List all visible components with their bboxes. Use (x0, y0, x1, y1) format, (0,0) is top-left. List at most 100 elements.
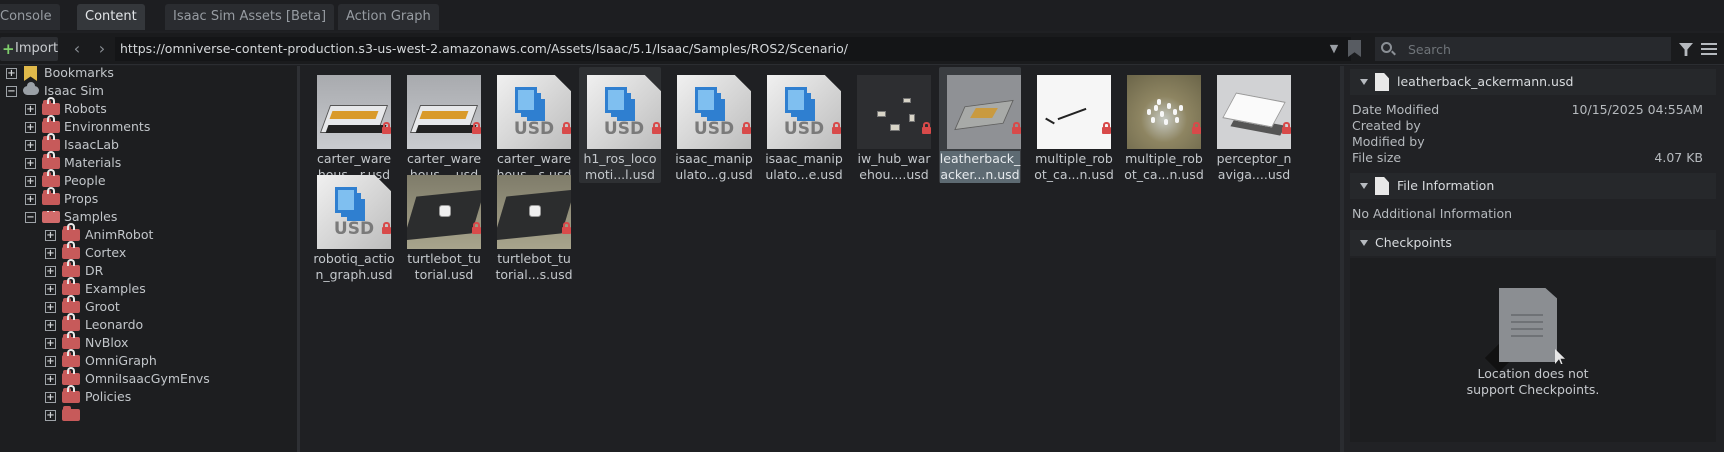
expand-icon[interactable]: + (45, 266, 56, 277)
file-name: isaac_manip ulato...g.usd (675, 151, 753, 182)
expand-icon[interactable]: + (45, 302, 56, 313)
file-details-header[interactable]: leatherback_ackermann.usd (1350, 69, 1716, 95)
file-tile[interactable]: carter_ware hous...r.usd (309, 67, 391, 183)
file-tile[interactable]: iw_hub_war ehou....usd (849, 67, 931, 183)
file-tile-hovered[interactable]: USD h1_ros_loco moti...l.usd (579, 67, 661, 183)
tree-item-examples[interactable]: + Examples (0, 277, 297, 299)
expand-icon[interactable]: + (45, 410, 56, 421)
tree-item-policies[interactable]: + Policies (0, 385, 297, 407)
file-tile[interactable]: carter_warehous....usd (399, 67, 481, 183)
tree-item-isaac-sim[interactable]: − Isaac Sim (0, 81, 297, 101)
file-information-header[interactable]: File Information (1350, 173, 1716, 199)
expand-icon[interactable]: + (45, 284, 56, 295)
file-tile-selected[interactable]: leatherback_ acker...n.usd (939, 67, 1021, 183)
expand-icon[interactable]: + (45, 356, 56, 367)
filter-icon[interactable] (1679, 43, 1693, 56)
lock-icon (922, 122, 931, 134)
file-tile[interactable]: turtlebot_tu torial.usd (399, 167, 481, 283)
tree-item-groot[interactable]: + Groot (0, 295, 297, 317)
expand-icon[interactable]: + (25, 158, 36, 169)
file-tile[interactable]: turtlebot_tu torial...s.usd (489, 167, 573, 283)
expand-icon[interactable]: + (25, 104, 36, 115)
tree-item-materials[interactable]: + Materials (0, 151, 297, 173)
collapse-triangle-icon[interactable] (1360, 240, 1368, 246)
lock-icon (382, 122, 391, 134)
search-input[interactable] (1408, 37, 1663, 61)
lock-icon (67, 349, 75, 356)
tree-item-dr[interactable]: + DR (0, 259, 297, 281)
tree-item-nvblox[interactable]: + NvBlox (0, 331, 297, 353)
collapse-icon[interactable]: − (25, 212, 36, 223)
collapse-icon[interactable]: − (6, 86, 17, 97)
expand-icon[interactable]: + (25, 194, 36, 205)
expand-icon[interactable]: + (25, 140, 36, 151)
tab-action-graph[interactable]: Action Graph (338, 4, 439, 30)
file-tile[interactable]: multiple_rob ot_ca...n.usd (1119, 67, 1204, 183)
tree-item-cortex[interactable]: + Cortex (0, 241, 297, 263)
file-tile[interactable]: USD isaac_manip ulato...g.usd (669, 67, 753, 183)
tree-item-partial[interactable]: + (0, 405, 297, 425)
tab-content[interactable]: Content (77, 4, 145, 30)
expand-icon[interactable]: + (45, 392, 56, 403)
folder-icon (42, 187, 60, 205)
tab-console[interactable]: Console (0, 4, 60, 30)
file-icon (1375, 73, 1389, 91)
tree-item-label: NvBlox (85, 335, 129, 350)
file-name: iw_hub_war ehou....usd (857, 151, 931, 182)
options-menu-icon[interactable] (1701, 43, 1717, 55)
file-tile[interactable]: perceptor_n aviga....usd (1209, 67, 1291, 183)
lock-icon (67, 259, 75, 266)
tree-item-omniisaacgymenvs[interactable]: + OmniIsaacGymEnvs (0, 367, 297, 389)
file-tile[interactable]: USD robotiq_actio n_graph.usd (309, 167, 395, 283)
file-tile[interactable]: USD isaac_manip ulato...e.usd (759, 67, 843, 183)
search-icon (1381, 42, 1392, 53)
url-dropdown-icon[interactable]: ▼ (1325, 37, 1343, 61)
tree-item-label: Cortex (85, 245, 127, 260)
tree-item-label: Robots (64, 101, 107, 116)
back-arrow-icon[interactable]: ‹ (66, 37, 88, 61)
bookmark-toggle-icon[interactable] (1348, 40, 1361, 57)
lock-icon (562, 122, 571, 134)
url-field[interactable]: https://omniverse-content-production.s3-… (115, 37, 1351, 61)
collapse-triangle-icon[interactable] (1360, 79, 1368, 85)
tree-item-label: Materials (64, 155, 122, 170)
cursor-icon (1555, 349, 1565, 364)
lock-icon (67, 277, 75, 284)
file-thumbnail (317, 75, 391, 149)
tree-item-people[interactable]: + People (0, 169, 297, 191)
file-thumbnail (407, 175, 481, 249)
tree-item-robots[interactable]: + Robots (0, 97, 297, 119)
expand-icon[interactable]: + (45, 338, 56, 349)
folder-icon (62, 277, 80, 295)
tree-item-leonardo[interactable]: + Leonardo (0, 313, 297, 335)
file-information-title: File Information (1397, 178, 1495, 193)
tree-item-omnigraph[interactable]: + OmniGraph (0, 349, 297, 371)
file-size-value: 4.07 KB (1654, 150, 1703, 165)
file-tile[interactable]: USD carter_warehous...s.usd (489, 67, 571, 183)
expand-icon[interactable]: + (45, 230, 56, 241)
folder-icon (62, 331, 80, 349)
tree-item-isaaclab[interactable]: + IsaacLab (0, 133, 297, 155)
tab-isaac-sim-assets[interactable]: Isaac Sim Assets [Beta] (165, 4, 335, 30)
import-button[interactable]: + Import (0, 37, 58, 61)
expand-icon[interactable]: + (45, 374, 56, 385)
import-label: Import (15, 41, 59, 56)
folder-icon (62, 406, 80, 421)
forward-arrow-icon[interactable]: › (91, 37, 113, 61)
expand-icon[interactable]: + (25, 176, 36, 187)
tree-item-environments[interactable]: + Environments (0, 115, 297, 137)
expand-icon[interactable]: + (6, 68, 17, 79)
file-tile[interactable]: multiple_rob ot_ca...n.usd (1029, 67, 1114, 183)
tree-item-samples[interactable]: − Samples (0, 207, 297, 227)
date-modified-label: Date Modified (1352, 102, 1440, 117)
expand-icon[interactable]: + (25, 122, 36, 133)
file-thumbnail (1037, 75, 1111, 149)
expand-icon[interactable]: + (45, 320, 56, 331)
tree-item-animrobot[interactable]: + AnimRobot (0, 223, 297, 245)
checkpoints-header[interactable]: Checkpoints (1350, 230, 1716, 256)
tree-item-label: DR (85, 263, 104, 278)
tree-item-props[interactable]: + Props (0, 187, 297, 209)
collapse-triangle-icon[interactable] (1360, 183, 1368, 189)
lock-icon (472, 222, 481, 234)
expand-icon[interactable]: + (45, 248, 56, 259)
